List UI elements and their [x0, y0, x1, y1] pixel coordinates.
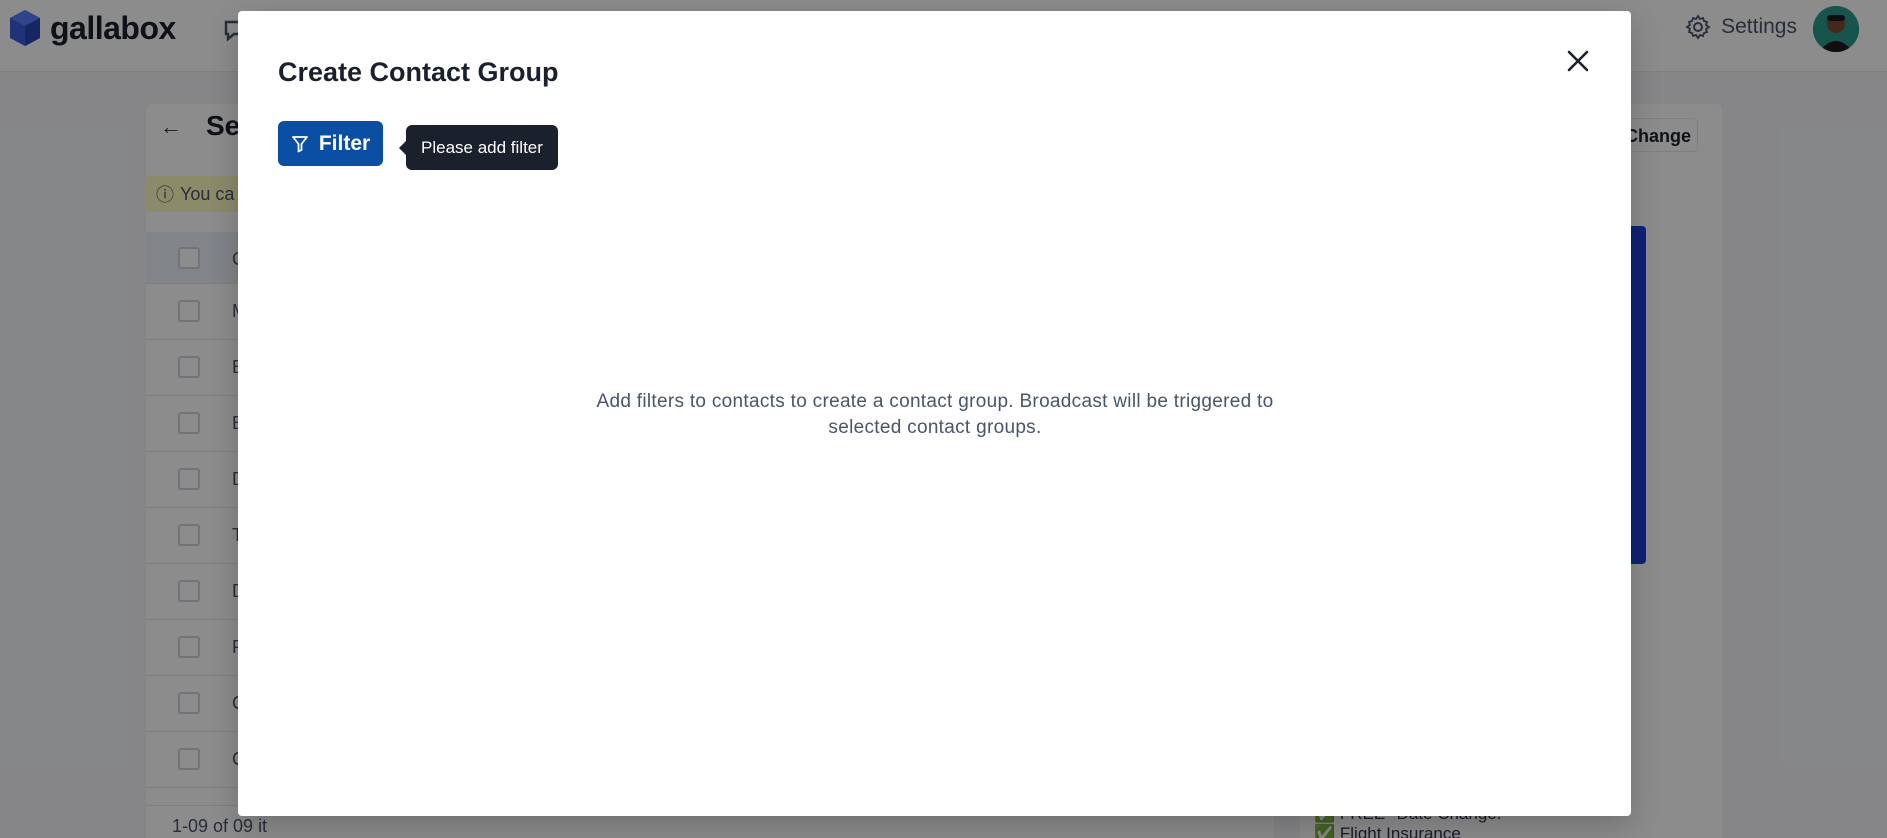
empty-state-message: Add filters to contacts to create a cont… [596, 391, 1274, 438]
tooltip-text: Please add filter [421, 137, 543, 157]
create-contact-group-modal: Create Contact Group Filter Please add f… [238, 11, 1631, 816]
filter-button[interactable]: Filter [278, 121, 383, 166]
modal-title: Create Contact Group [278, 57, 559, 87]
filter-icon [291, 135, 308, 152]
close-button[interactable] [1561, 44, 1595, 78]
close-icon [1567, 50, 1589, 72]
filter-button-label: Filter [318, 131, 371, 155]
filter-tooltip: Please add filter [399, 125, 558, 170]
